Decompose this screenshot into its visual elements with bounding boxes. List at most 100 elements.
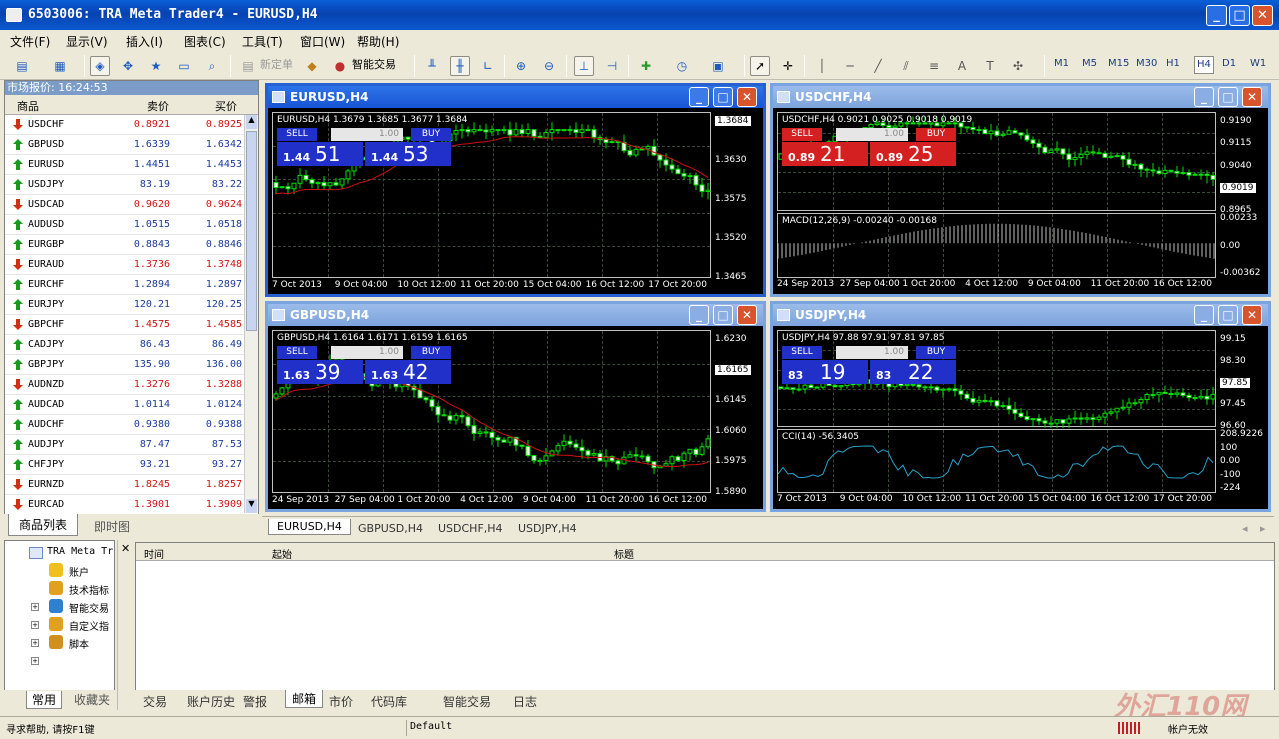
trendline-icon[interactable]: ╱ xyxy=(868,56,888,76)
price-chart[interactable]: USDJPY,H4 97.88 97.91 97.81 97.85 SELL 1.0… xyxy=(777,330,1216,428)
timeframe-D1[interactable]: D1 xyxy=(1222,58,1236,69)
chart-tab-0[interactable]: EURUSD,H4 xyxy=(268,519,351,535)
expand-icon[interactable]: + xyxy=(31,657,39,665)
market-row[interactable]: USDCHF 0.8921 0.8925 xyxy=(5,115,246,135)
buy-quote[interactable]: 1.63 42 xyxy=(365,360,451,384)
maximize-button[interactable]: □ xyxy=(1229,5,1250,26)
chart-tab-2[interactable]: USDCHF,H4 xyxy=(438,522,503,535)
chart-maximize-button[interactable]: □ xyxy=(713,305,733,325)
market-row[interactable]: AUDCHF 0.9380 0.9388 xyxy=(5,415,246,435)
arrows-icon[interactable]: ✣ xyxy=(1008,56,1028,76)
sell-quote[interactable]: 1.44 51 xyxy=(277,142,363,166)
chart-shift-icon[interactable]: ⊣ xyxy=(602,56,622,76)
bar-chart-icon[interactable]: ╨ xyxy=(422,56,442,76)
chart-tab-3[interactable]: USDJPY,H4 xyxy=(518,522,577,535)
terminal-tab-6[interactable]: 智能交易 xyxy=(443,693,491,710)
menu-item-5[interactable]: 窗口(W) xyxy=(300,33,345,50)
chart-maximize-button[interactable]: □ xyxy=(1218,87,1238,107)
market-row[interactable]: AUDUSD 1.0515 1.0518 xyxy=(5,215,246,235)
expand-icon[interactable]: + xyxy=(31,603,39,611)
chart-close-button[interactable]: ✕ xyxy=(737,87,757,107)
buy-quote[interactable]: 83 22 xyxy=(870,360,956,384)
nav-tab-1[interactable]: 收藏夹 xyxy=(74,691,110,708)
menu-item-4[interactable]: 工具(T) xyxy=(242,33,283,50)
zoom-in-icon[interactable]: ⊕ xyxy=(511,56,531,76)
sell-button[interactable]: SELL xyxy=(277,128,317,141)
auto-trading-button[interactable]: 智能交易 xyxy=(352,56,396,72)
chart-titlebar[interactable]: GBPUSD,H4 _ □ ✕ xyxy=(268,304,763,326)
macd-indicator-panel[interactable]: MACD(12,26,9) -0.00240 -0.00168 xyxy=(777,213,1216,278)
navigator-root[interactable]: TRA Meta Tr xyxy=(47,546,113,557)
terminal-close-icon[interactable]: ✕ xyxy=(121,542,130,555)
meta-editor-icon[interactable]: ◆ xyxy=(302,56,322,76)
text-icon[interactable]: A xyxy=(952,56,972,76)
market-watch-scrollbar[interactable]: ▲ ▼ xyxy=(244,115,258,513)
market-row[interactable]: EURGBP 0.8843 0.8846 xyxy=(5,235,246,255)
terminal-tab-0[interactable]: 交易 xyxy=(143,693,167,710)
market-watch-icon[interactable]: ◈ xyxy=(90,56,110,76)
market-row[interactable]: CADJPY 86.43 86.49 xyxy=(5,335,246,355)
expand-icon[interactable]: + xyxy=(31,639,39,647)
market-row[interactable]: GBPCHF 1.4575 1.4585 xyxy=(5,315,246,335)
chart-close-button[interactable]: ✕ xyxy=(737,305,757,325)
minimize-button[interactable]: _ xyxy=(1206,5,1227,26)
terminal-icon[interactable]: ▭ xyxy=(174,56,194,76)
terminal-tab-1[interactable]: 账户历史 xyxy=(187,693,235,710)
buy-button[interactable]: BUY xyxy=(411,128,451,141)
buy-button[interactable]: BUY xyxy=(411,346,451,359)
crosshair-icon[interactable]: ✛ xyxy=(778,56,798,76)
buy-button[interactable]: BUY xyxy=(916,346,956,359)
timeframe-M15[interactable]: M15 xyxy=(1108,58,1129,69)
timeframe-M1[interactable]: M1 xyxy=(1054,58,1069,69)
col-bid[interactable]: 卖价 xyxy=(147,98,169,114)
menu-item-0[interactable]: 文件(F) xyxy=(10,33,50,50)
menu-item-6[interactable]: 帮助(H) xyxy=(357,33,399,50)
market-row[interactable]: GBPUSD 1.6339 1.6342 xyxy=(5,135,246,155)
horizontal-line-icon[interactable]: ─ xyxy=(840,56,860,76)
zoom-out-icon[interactable]: ⊖ xyxy=(539,56,559,76)
new-chart-icon[interactable]: ▤ xyxy=(12,56,32,76)
chart-maximize-button[interactable]: □ xyxy=(1218,305,1238,325)
buy-quote[interactable]: 1.44 53 xyxy=(365,142,451,166)
terminal-tab-2[interactable]: 警报 xyxy=(243,693,267,710)
new-order-button[interactable]: 新定单 xyxy=(260,56,293,72)
navigator-item[interactable]: 技术指标 xyxy=(69,582,109,597)
market-row[interactable]: AUDCAD 1.0114 1.0124 xyxy=(5,395,246,415)
cci-indicator-panel[interactable]: CCI(14) -56.3405 xyxy=(777,429,1216,493)
close-button[interactable]: ✕ xyxy=(1252,5,1273,26)
auto-scroll-icon[interactable]: ⊥ xyxy=(574,56,594,76)
chart-maximize-button[interactable]: □ xyxy=(713,87,733,107)
navigator-item[interactable]: 脚本 xyxy=(69,636,89,651)
sell-button[interactable]: SELL xyxy=(782,346,822,359)
templates-icon[interactable]: ▣ xyxy=(708,56,728,76)
market-row[interactable]: USDCAD 0.9620 0.9624 xyxy=(5,195,246,215)
sell-button[interactable]: SELL xyxy=(277,346,317,359)
menu-item-2[interactable]: 插入(I) xyxy=(126,33,163,50)
price-chart[interactable]: GBPUSD,H4 1.6164 1.6171 1.6159 1.6165 SEL… xyxy=(272,330,711,493)
sell-quote[interactable]: 1.63 39 xyxy=(277,360,363,384)
menu-item-1[interactable]: 显示(V) xyxy=(66,33,108,50)
text-label-icon[interactable]: T xyxy=(980,56,1000,76)
vertical-line-icon[interactable]: │ xyxy=(812,56,832,76)
sell-quote[interactable]: 83 19 xyxy=(782,360,868,384)
col-symbol[interactable]: 商品 xyxy=(17,98,39,114)
periods-icon[interactable]: ◷ xyxy=(672,56,692,76)
nav-tab-0[interactable]: 常用 xyxy=(26,691,63,709)
indicators-icon[interactable]: ✚ xyxy=(636,56,656,76)
terminal-tab-3[interactable]: 邮箱 xyxy=(285,690,324,708)
chart-close-button[interactable]: ✕ xyxy=(1242,305,1262,325)
tabs-right-icon[interactable]: ▸ xyxy=(1260,522,1266,535)
lot-size-input[interactable]: 1.00 xyxy=(836,128,908,141)
chart-window-usdjpy-h4[interactable]: USDJPY,H4 _ □ ✕ USDJPY,H4 97.88 97.91 97.81 … xyxy=(770,301,1271,512)
market-row[interactable]: EURUSD 1.4451 1.4453 xyxy=(5,155,246,175)
auto-trading-icon[interactable]: ● xyxy=(330,56,350,76)
tester-icon[interactable]: ⌕ xyxy=(202,56,222,76)
candlestick-icon[interactable]: ╫ xyxy=(450,56,470,76)
sell-quote[interactable]: 0.89 21 xyxy=(782,142,868,166)
lot-size-input[interactable]: 1.00 xyxy=(331,346,403,359)
buy-button[interactable]: BUY xyxy=(916,128,956,141)
chart-minimize-button[interactable]: _ xyxy=(1194,87,1214,107)
market-row[interactable]: AUDJPY 87.47 87.53 xyxy=(5,435,246,455)
buy-quote[interactable]: 0.89 25 xyxy=(870,142,956,166)
col-time[interactable]: 时间 xyxy=(144,546,164,561)
